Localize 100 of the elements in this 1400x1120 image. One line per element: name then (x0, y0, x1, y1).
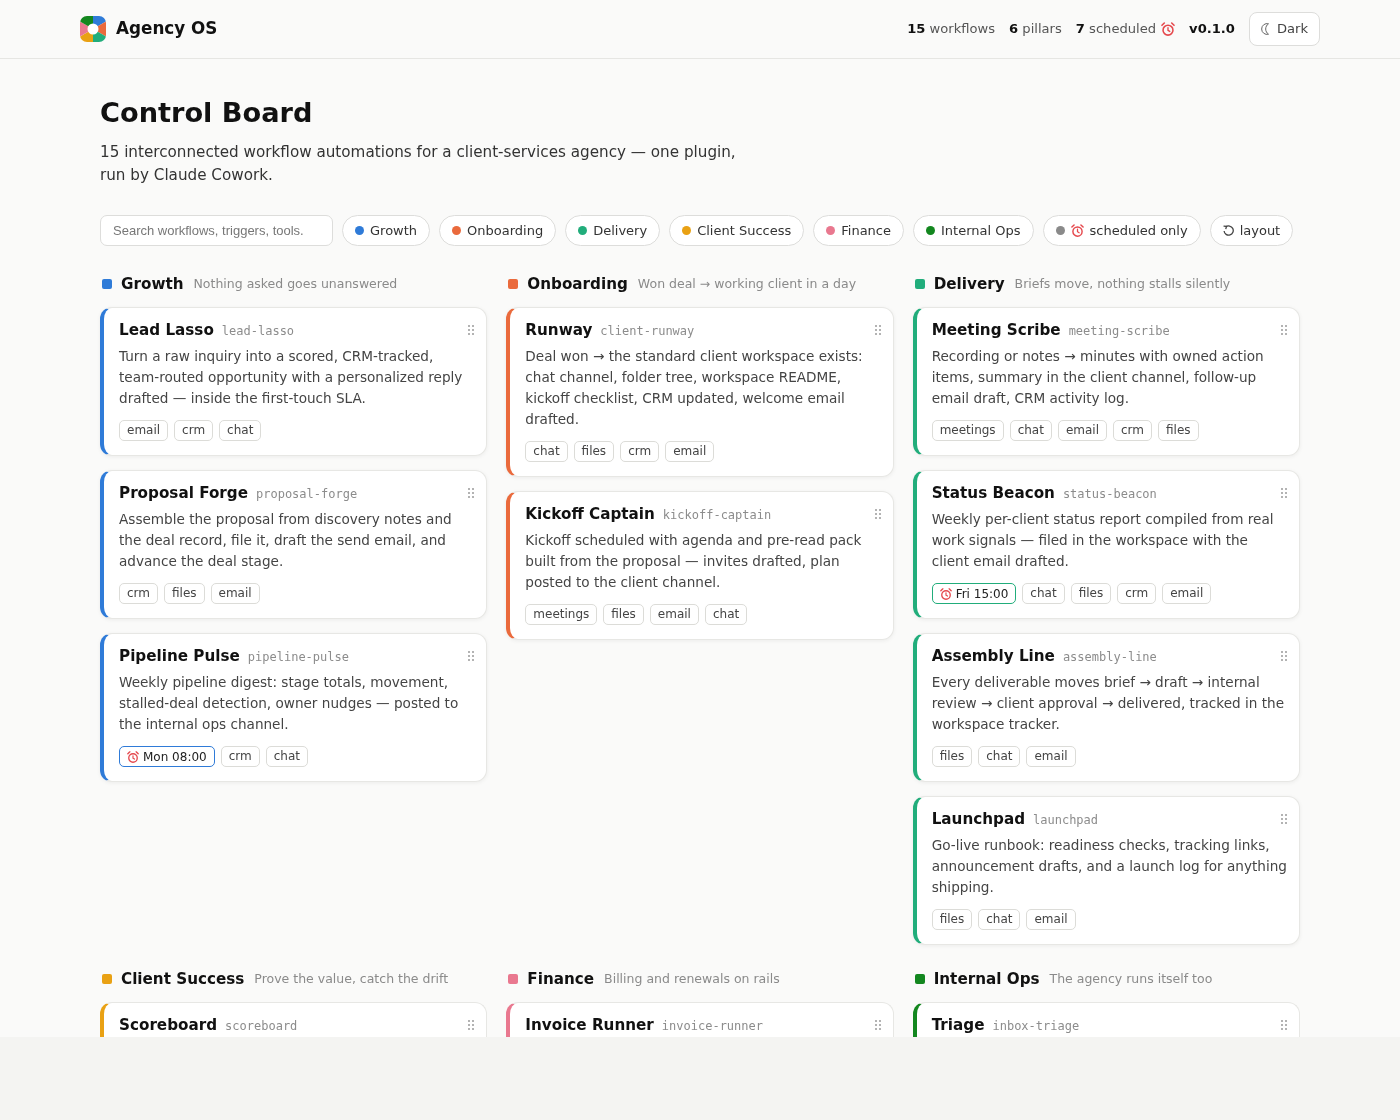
drag-handle-icon[interactable] (468, 488, 475, 498)
section-title: Client Success (121, 968, 245, 990)
card-slug: launchpad (1033, 812, 1099, 829)
tool-tag: email (119, 420, 169, 441)
moon-icon (1260, 23, 1270, 35)
alarm-clock-icon (127, 750, 139, 763)
card-title: Status Beacon (931, 483, 1055, 504)
tool-tag: email (649, 604, 699, 625)
section-tagline: Prove the value, catch the drift (254, 969, 449, 988)
card-description: Assemble the proposal from discovery notes and the deal record, file it, draft the send email, and advance the deal stage. (119, 510, 453, 571)
drag-handle-icon[interactable] (1281, 1020, 1287, 1030)
card-description: Turn a raw inquiry into a scored, CRM-tracked, team-routed opportunity with a personalized reply drafted — inside the first-touch SLA. (119, 347, 464, 408)
version-label: v0.1.0 (1189, 20, 1235, 39)
drag-handle-icon[interactable] (1281, 814, 1287, 824)
tool-tag: files (603, 604, 644, 625)
alarm-clock-icon (1070, 224, 1084, 237)
card-description: Deal won → the standard client workspace exists: chat channel, folder tree, workspace README, kickoff checklist, CRM updated, welcome email drafted. (525, 347, 864, 429)
tool-tag: email (1026, 909, 1076, 930)
tool-tag: files (931, 746, 973, 767)
filter-chip[interactable]: Growth (342, 215, 431, 246)
tool-tag: chat (1022, 583, 1065, 604)
section-title: Onboarding (527, 273, 628, 295)
filter-chip[interactable]: Delivery (565, 215, 661, 246)
tool-tag: meetings (525, 604, 598, 625)
page-subtitle: 15 interconnected workflow automations for a client-services agency — one plugin, run by Claude Cowork. (100, 142, 737, 186)
tool-tag: crm (220, 746, 260, 767)
card-slug: pipeline-pulse (247, 649, 349, 666)
card-title: Launchpad (931, 809, 1025, 830)
alarm-clock-icon (1161, 22, 1176, 36)
card-description: Weekly per-client status report compiled from real work signals — filed in the workspace with the client email drafted. (931, 510, 1275, 571)
tool-tag: chat (219, 420, 262, 441)
drag-handle-icon[interactable] (468, 1020, 475, 1030)
card-title: Runway (525, 320, 593, 341)
section-title: Delivery (933, 273, 1005, 295)
section-title: Internal Ops (933, 968, 1040, 990)
tool-tag: crm (1117, 583, 1157, 604)
drag-handle-icon[interactable] (1281, 488, 1287, 498)
filter-chip[interactable]: Client Success (669, 215, 805, 246)
tool-tag: crm (1113, 420, 1152, 441)
card-title: Lead Lasso (119, 320, 214, 341)
card-description: Go-live runbook: readiness checks, tracking links, announcement drafts, and a launch log for anything shipping. (931, 836, 1287, 897)
card-title: Meeting Scribe (931, 320, 1061, 341)
circular-arrow-icon (1222, 225, 1234, 236)
card-title: Proposal Forge (119, 483, 248, 504)
filter-chip[interactable]: Onboarding (439, 215, 557, 246)
card-slug: lead-lasso (221, 323, 295, 340)
filter-chip[interactable]: Finance (813, 215, 904, 246)
drag-handle-icon[interactable] (468, 325, 475, 335)
drag-handle-icon[interactable] (874, 325, 881, 335)
tool-tag: email (1026, 746, 1076, 767)
card-description: Recording or notes → minutes with owned action items, summary in the client channel, follow-up email draft, CRM activity log. (931, 347, 1265, 408)
card-slug: assembly-line (1062, 649, 1157, 666)
filter-chip[interactable]: Internal Ops (913, 215, 1034, 246)
schedule-time: Mon 08:00 (143, 748, 207, 766)
tool-tag: chat (704, 604, 748, 625)
card-slug: meeting-scribe (1068, 323, 1170, 340)
stat-label: 15 workflows (907, 20, 996, 39)
card-slug: scoreboard (225, 1018, 298, 1035)
drag-handle-icon[interactable] (468, 651, 475, 661)
card-slug: inbox-triage (992, 1018, 1080, 1035)
filter-chip[interactable]: layout (1209, 215, 1294, 246)
tool-tag: email (1057, 420, 1107, 441)
app-name: Agency OS (116, 17, 218, 41)
card-title: Assembly Line (931, 646, 1055, 667)
tool-tag: chat (265, 746, 308, 767)
tool-tag: files (931, 909, 973, 930)
tool-tag: files (164, 583, 205, 604)
card-description: Weekly pipeline digest: stage totals, movement, stalled-deal detection, owner nudges — posted to the internal ops channel. (119, 673, 460, 734)
card-slug: status-beacon (1062, 486, 1157, 503)
theme-toggle-button[interactable]: Dark (1248, 12, 1320, 46)
card-slug: invoice-runner (661, 1018, 763, 1035)
tool-tag: chat (978, 746, 1021, 767)
drag-handle-icon[interactable] (1281, 325, 1287, 335)
drag-handle-icon[interactable] (874, 509, 881, 519)
tool-tag: chat (1009, 420, 1052, 441)
card-title: Triage (931, 1015, 985, 1036)
tool-tag: files (573, 441, 615, 462)
card-slug: client-runway (600, 323, 695, 340)
search-field[interactable]: Search workflows, triggers, tools. (100, 215, 333, 246)
stat-label: 6 pillars (1009, 20, 1062, 39)
tool-tag: files (1158, 420, 1199, 441)
tool-tag: crm (620, 441, 660, 462)
drag-handle-icon[interactable] (874, 1020, 881, 1030)
logo-icon (80, 16, 106, 42)
alarm-clock-icon (939, 587, 952, 600)
section-title: Growth (121, 273, 184, 295)
tool-tag: crm (119, 583, 158, 604)
page-title: Control Board (100, 96, 314, 130)
card-title: Invoice Runner (525, 1015, 654, 1036)
card-slug: proposal-forge (256, 486, 358, 503)
tool-tag: email (665, 441, 715, 462)
tool-tag: files (1070, 583, 1112, 604)
tool-tag: chat (978, 909, 1021, 930)
card-description: Every deliverable moves brief → draft → internal review → client approval → delivered, tracked in the workspace tracker. (931, 673, 1285, 734)
drag-handle-icon[interactable] (1281, 651, 1287, 661)
tool-tag: crm (174, 420, 214, 441)
stat-label: 7 scheduled (1075, 20, 1157, 39)
card-title: Pipeline Pulse (119, 646, 240, 667)
filter-chip[interactable]: scheduled only (1042, 215, 1201, 246)
section-tagline: Billing and renewals on rails (604, 969, 780, 988)
